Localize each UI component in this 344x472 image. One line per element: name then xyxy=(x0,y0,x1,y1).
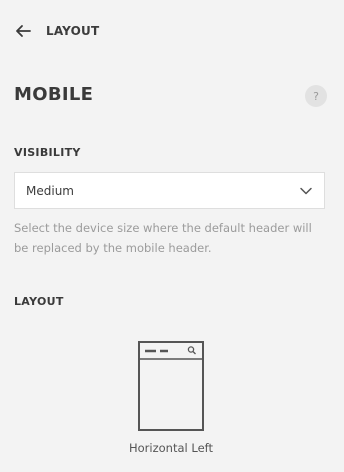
layout-option-horizontal-left[interactable]: Horizontal Left xyxy=(110,340,232,460)
back-label: LAYOUT xyxy=(46,24,100,38)
section-title: MOBILE xyxy=(14,84,94,105)
layout-option-label: Horizontal Left xyxy=(128,441,213,455)
layout-label: LAYOUT xyxy=(14,295,64,308)
arrow-left-icon xyxy=(16,25,31,37)
visibility-select-value: Medium xyxy=(26,183,74,198)
back-button[interactable]: LAYOUT xyxy=(14,22,99,40)
chevron-down-icon xyxy=(300,187,312,195)
horizontal-left-layout-icon xyxy=(138,341,204,431)
visibility-help-text: Select the device size where the default… xyxy=(14,221,312,255)
visibility-label: VISIBILITY xyxy=(14,146,81,159)
visibility-select[interactable]: Medium xyxy=(14,172,325,209)
help-icon[interactable]: ? xyxy=(305,85,327,107)
